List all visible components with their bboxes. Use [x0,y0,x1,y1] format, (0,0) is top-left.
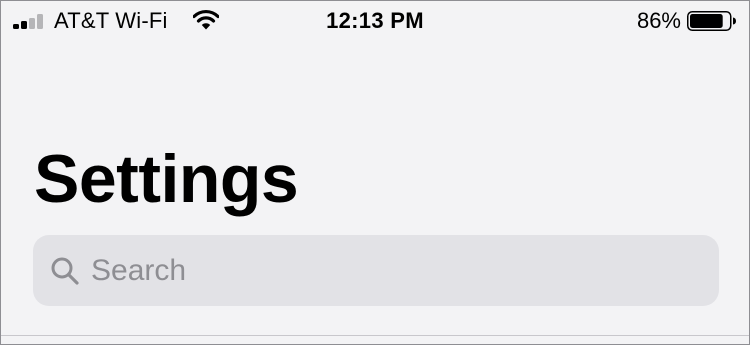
battery-icon [687,11,736,31]
settings-screen: AT&T Wi-Fi 12:13 PM 86% Settings [0,0,750,345]
page-title: Settings [34,141,299,217]
search-input[interactable] [91,235,701,306]
status-bar: AT&T Wi-Fi 12:13 PM 86% [1,1,749,41]
section-divider [1,335,749,336]
battery-percentage: 86% [636,8,681,33]
search-icon [51,257,79,285]
search-bar[interactable] [33,235,719,306]
